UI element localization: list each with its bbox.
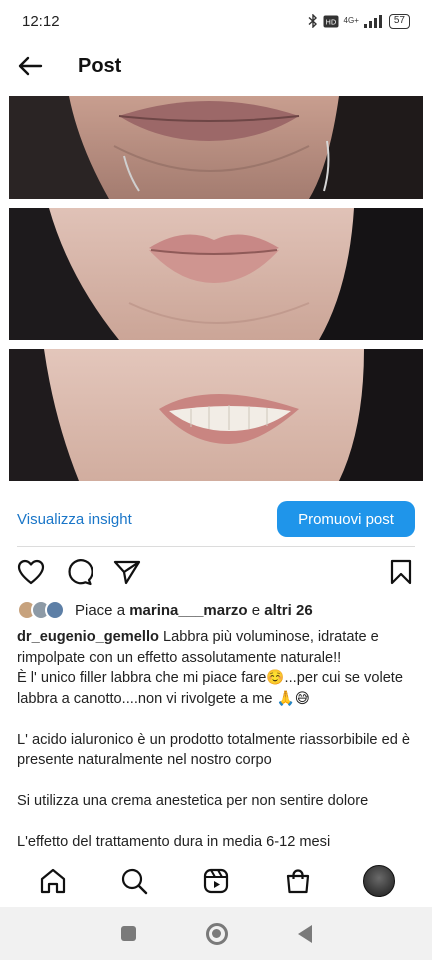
recents-icon[interactable] [120, 926, 136, 941]
volte-icon: HD [323, 15, 339, 27]
photo-after-lips-closed[interactable] [9, 208, 423, 340]
home-icon [40, 868, 65, 894]
save-button[interactable] [384, 556, 418, 588]
network-type: 4G+ [343, 16, 359, 25]
bottom-nav [0, 855, 432, 907]
status-icons: HD 4G+ 57 [308, 13, 410, 29]
nav-reels[interactable] [194, 859, 238, 903]
status-bar: 12:12 HD 4G+ 57 [0, 0, 432, 42]
battery-level: 57 [393, 15, 405, 26]
bluetooth-icon [308, 14, 317, 28]
liker-username[interactable]: marina___marzo [129, 602, 247, 619]
post-caption: dr_eugenio_gemello Labbra più voluminose… [17, 627, 417, 857]
photo-before-lips[interactable] [9, 96, 423, 199]
caption-gap [17, 812, 417, 833]
signal-icon [363, 14, 382, 28]
svg-text:HD: HD [325, 18, 336, 26]
profile-avatar [363, 865, 396, 897]
caption-line: L'effetto del trattamento dura in media … [17, 834, 331, 850]
back-triangle-icon[interactable] [297, 924, 312, 943]
status-time: 12:12 [22, 12, 60, 30]
nav-profile[interactable] [357, 859, 401, 903]
caption-username[interactable]: dr_eugenio_gemello [17, 629, 159, 645]
shop-icon [286, 869, 309, 894]
photo-after-lips-smile[interactable] [9, 349, 423, 481]
insight-row: Visualizza insight Promuovi post [0, 497, 432, 541]
reels-icon [203, 868, 229, 894]
caption-gap [17, 771, 417, 792]
avatar [45, 600, 65, 620]
page-title: Post [78, 54, 122, 77]
battery-icon: 57 [388, 13, 410, 29]
post-actions [0, 556, 432, 588]
caption-line: L' acido ialuronico è un prodotto totalm… [17, 731, 411, 769]
system-nav-bar [0, 907, 432, 960]
liker-avatars [17, 600, 65, 620]
like-button[interactable] [14, 556, 48, 588]
bookmark-icon [390, 559, 412, 585]
comment-button[interactable] [62, 556, 96, 588]
promote-post-button[interactable]: Promuovi post [277, 501, 415, 537]
back-button[interactable] [0, 42, 60, 90]
divider [17, 546, 415, 547]
likes-others[interactable]: altri 26 [264, 602, 312, 619]
likes-summary[interactable]: Piace a marina___marzo e altri 26 [17, 598, 313, 622]
home-button-icon[interactable] [205, 922, 228, 945]
caption-line: dr_eugenio_gemello Labbra più voluminose… [17, 627, 417, 668]
caption-line: È l' unico filler labbra che mi piace fa… [17, 670, 403, 707]
arrow-left-icon [18, 56, 43, 76]
header: Post [0, 42, 432, 90]
comment-icon [68, 559, 93, 586]
nav-home[interactable] [31, 859, 75, 903]
caption-gap [17, 709, 417, 730]
share-icon [113, 560, 141, 585]
view-insights-link[interactable]: Visualizza insight [17, 511, 132, 528]
likes-prefix: Piace a [75, 601, 130, 619]
caption-line: Si utilizza una crema anestetica per non… [17, 793, 369, 809]
nav-shop[interactable] [276, 859, 320, 903]
share-button[interactable] [110, 556, 144, 588]
nav-search[interactable] [112, 859, 156, 903]
heart-icon [17, 559, 45, 585]
likes-middle: e [247, 601, 265, 619]
search-icon [122, 868, 148, 895]
